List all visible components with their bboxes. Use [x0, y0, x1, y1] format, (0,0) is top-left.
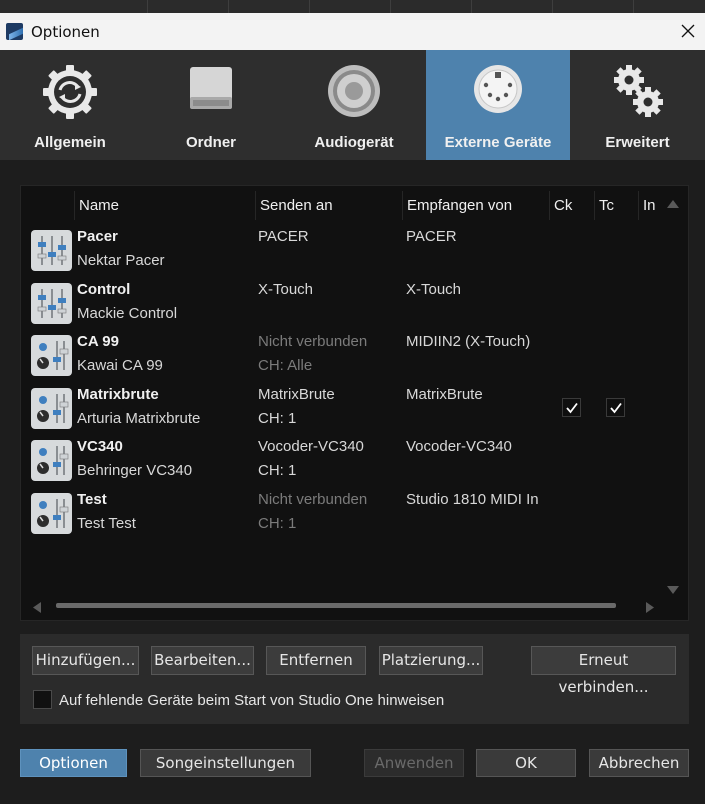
window-titlebar: Optionen — [0, 13, 705, 50]
device-receive-from: MatrixBrute — [406, 385, 483, 403]
device-send-to: Vocoder-VC340 — [258, 438, 364, 455]
fader-controller-icon — [31, 230, 72, 271]
fader-controller-icon — [31, 282, 72, 324]
tab-label: Allgemein — [34, 134, 106, 151]
gears-icon — [610, 63, 666, 126]
device-name: Test — [77, 490, 107, 508]
apply-button[interactable]: Anwenden — [364, 749, 464, 777]
device-row[interactable]: CA 99 Kawai CA 99 Nicht verbunden CH: Alle M… — [26, 329, 662, 381]
device-name: Pacer — [77, 228, 118, 245]
device-send-to: Nicht verbunden — [258, 490, 368, 508]
device-model: Mackie Control — [77, 304, 178, 322]
device-name: Control — [77, 280, 131, 298]
midi-port-icon — [472, 63, 524, 120]
device-send-channel: CH: 1 — [258, 514, 297, 532]
device-receive-from: Studio 1810 MIDI In — [406, 490, 539, 508]
tab-externe-geraete[interactable]: Externe Geräte — [426, 50, 570, 160]
add-device-button[interactable]: Hinzufügen... — [32, 646, 139, 675]
external-devices-list: Name Senden an Empfangen von Ck Tc In Pa… — [20, 185, 689, 621]
column-empfangen-von[interactable]: Empfangen von — [403, 191, 550, 220]
timecode-checkbox[interactable] — [606, 397, 625, 417]
device-model: Kawai CA 99 — [77, 357, 163, 374]
device-receive-from: Vocoder-VC340 — [406, 438, 512, 455]
sync-gear-icon — [41, 63, 99, 126]
device-name: Matrixbrute — [77, 385, 159, 403]
knob-instrument-icon — [31, 387, 72, 429]
horizontal-scrollbar-thumb[interactable] — [56, 603, 616, 608]
scroll-down-arrow[interactable] — [667, 581, 679, 599]
column-senden-an[interactable]: Senden an — [256, 191, 403, 220]
drive-icon — [188, 63, 234, 118]
column-name[interactable]: Name — [75, 191, 256, 220]
placement-button[interactable]: Platzierung... — [379, 646, 483, 675]
device-model: Arturia Matrixbrute — [77, 409, 201, 427]
cancel-button[interactable]: Abbrechen — [589, 749, 689, 777]
device-send-to: PACER — [258, 228, 309, 245]
device-row[interactable]: VC340 Behringer VC340 Vocoder-VC340 CH: 1 Vo… — [26, 434, 662, 486]
speaker-icon — [326, 63, 382, 124]
notify-missing-devices-label: Auf fehlende Geräte beim Start von Studi… — [59, 692, 445, 709]
device-model: Behringer VC340 — [77, 462, 193, 479]
device-send-channel: CH: Alle — [258, 357, 313, 374]
knob-instrument-icon — [31, 440, 72, 481]
device-send-to: MatrixBrute — [258, 385, 335, 403]
device-row[interactable]: Control Mackie Control X-Touch X-Touch — [26, 277, 662, 329]
column-in[interactable]: In — [639, 191, 662, 220]
tab-ordner[interactable]: Ordner — [140, 50, 282, 160]
song-settings-button[interactable]: Songeinstellungen — [140, 749, 311, 777]
device-receive-from: PACER — [406, 228, 457, 245]
knob-instrument-icon — [31, 335, 72, 376]
remove-device-button[interactable]: Entfernen — [266, 646, 366, 675]
device-send-channel: CH: 1 — [258, 409, 297, 427]
device-send-channel: CH: 1 — [258, 462, 297, 479]
close-window-button[interactable] — [675, 13, 705, 50]
tab-label: Audiogerät — [314, 134, 394, 151]
scroll-up-arrow[interactable] — [667, 195, 679, 213]
close-icon — [681, 24, 695, 38]
device-name: VC340 — [77, 438, 123, 455]
device-row[interactable]: Matrixbrute Arturia Matrixbrute MatrixBrut… — [26, 382, 662, 434]
device-send-to: Nicht verbunden — [258, 333, 368, 350]
device-model: Nektar Pacer — [77, 252, 165, 269]
device-row[interactable]: Test Test Test Nicht verbunden CH: 1 Studio … — [26, 487, 662, 539]
reconnect-button[interactable]: Erneut verbinden... — [531, 646, 676, 696]
tab-allgemein[interactable]: Allgemein — [0, 50, 140, 160]
window-title: Optionen — [31, 23, 100, 41]
device-send-to: X-Touch — [258, 280, 314, 298]
column-ck[interactable]: Ck — [550, 191, 595, 220]
tab-label: Erweitert — [605, 134, 670, 151]
device-row[interactable]: Pacer Nektar Pacer PACER PACER — [26, 224, 662, 276]
scroll-right-arrow[interactable] — [646, 600, 654, 618]
ok-button[interactable]: OK — [476, 749, 576, 777]
device-receive-from: MIDIIN2 (X-Touch) — [406, 333, 531, 350]
device-receive-from: X-Touch — [406, 280, 462, 298]
options-tab-bar: Allgemein Ordner Audiogerät Externe Gerä… — [0, 50, 705, 160]
column-icon — [26, 191, 75, 220]
studio-one-app-icon — [6, 23, 23, 40]
clock-checkbox[interactable] — [562, 397, 581, 417]
background-app-strip — [0, 0, 705, 13]
tab-audiogeraet[interactable]: Audiogerät — [282, 50, 426, 160]
options-button[interactable]: Optionen — [20, 749, 127, 777]
knob-instrument-icon — [31, 492, 72, 534]
tab-erweitert[interactable]: Erweitert — [570, 50, 705, 160]
device-name: CA 99 — [77, 333, 119, 350]
tab-label: Externe Geräte — [444, 134, 552, 151]
column-tc[interactable]: Tc — [595, 191, 639, 220]
device-model: Test Test — [77, 514, 136, 532]
tab-label: Ordner — [185, 134, 236, 151]
scroll-left-arrow[interactable] — [33, 600, 41, 618]
edit-device-button[interactable]: Bearbeiten... — [151, 646, 254, 675]
notify-missing-devices-checkbox[interactable] — [33, 690, 52, 709]
